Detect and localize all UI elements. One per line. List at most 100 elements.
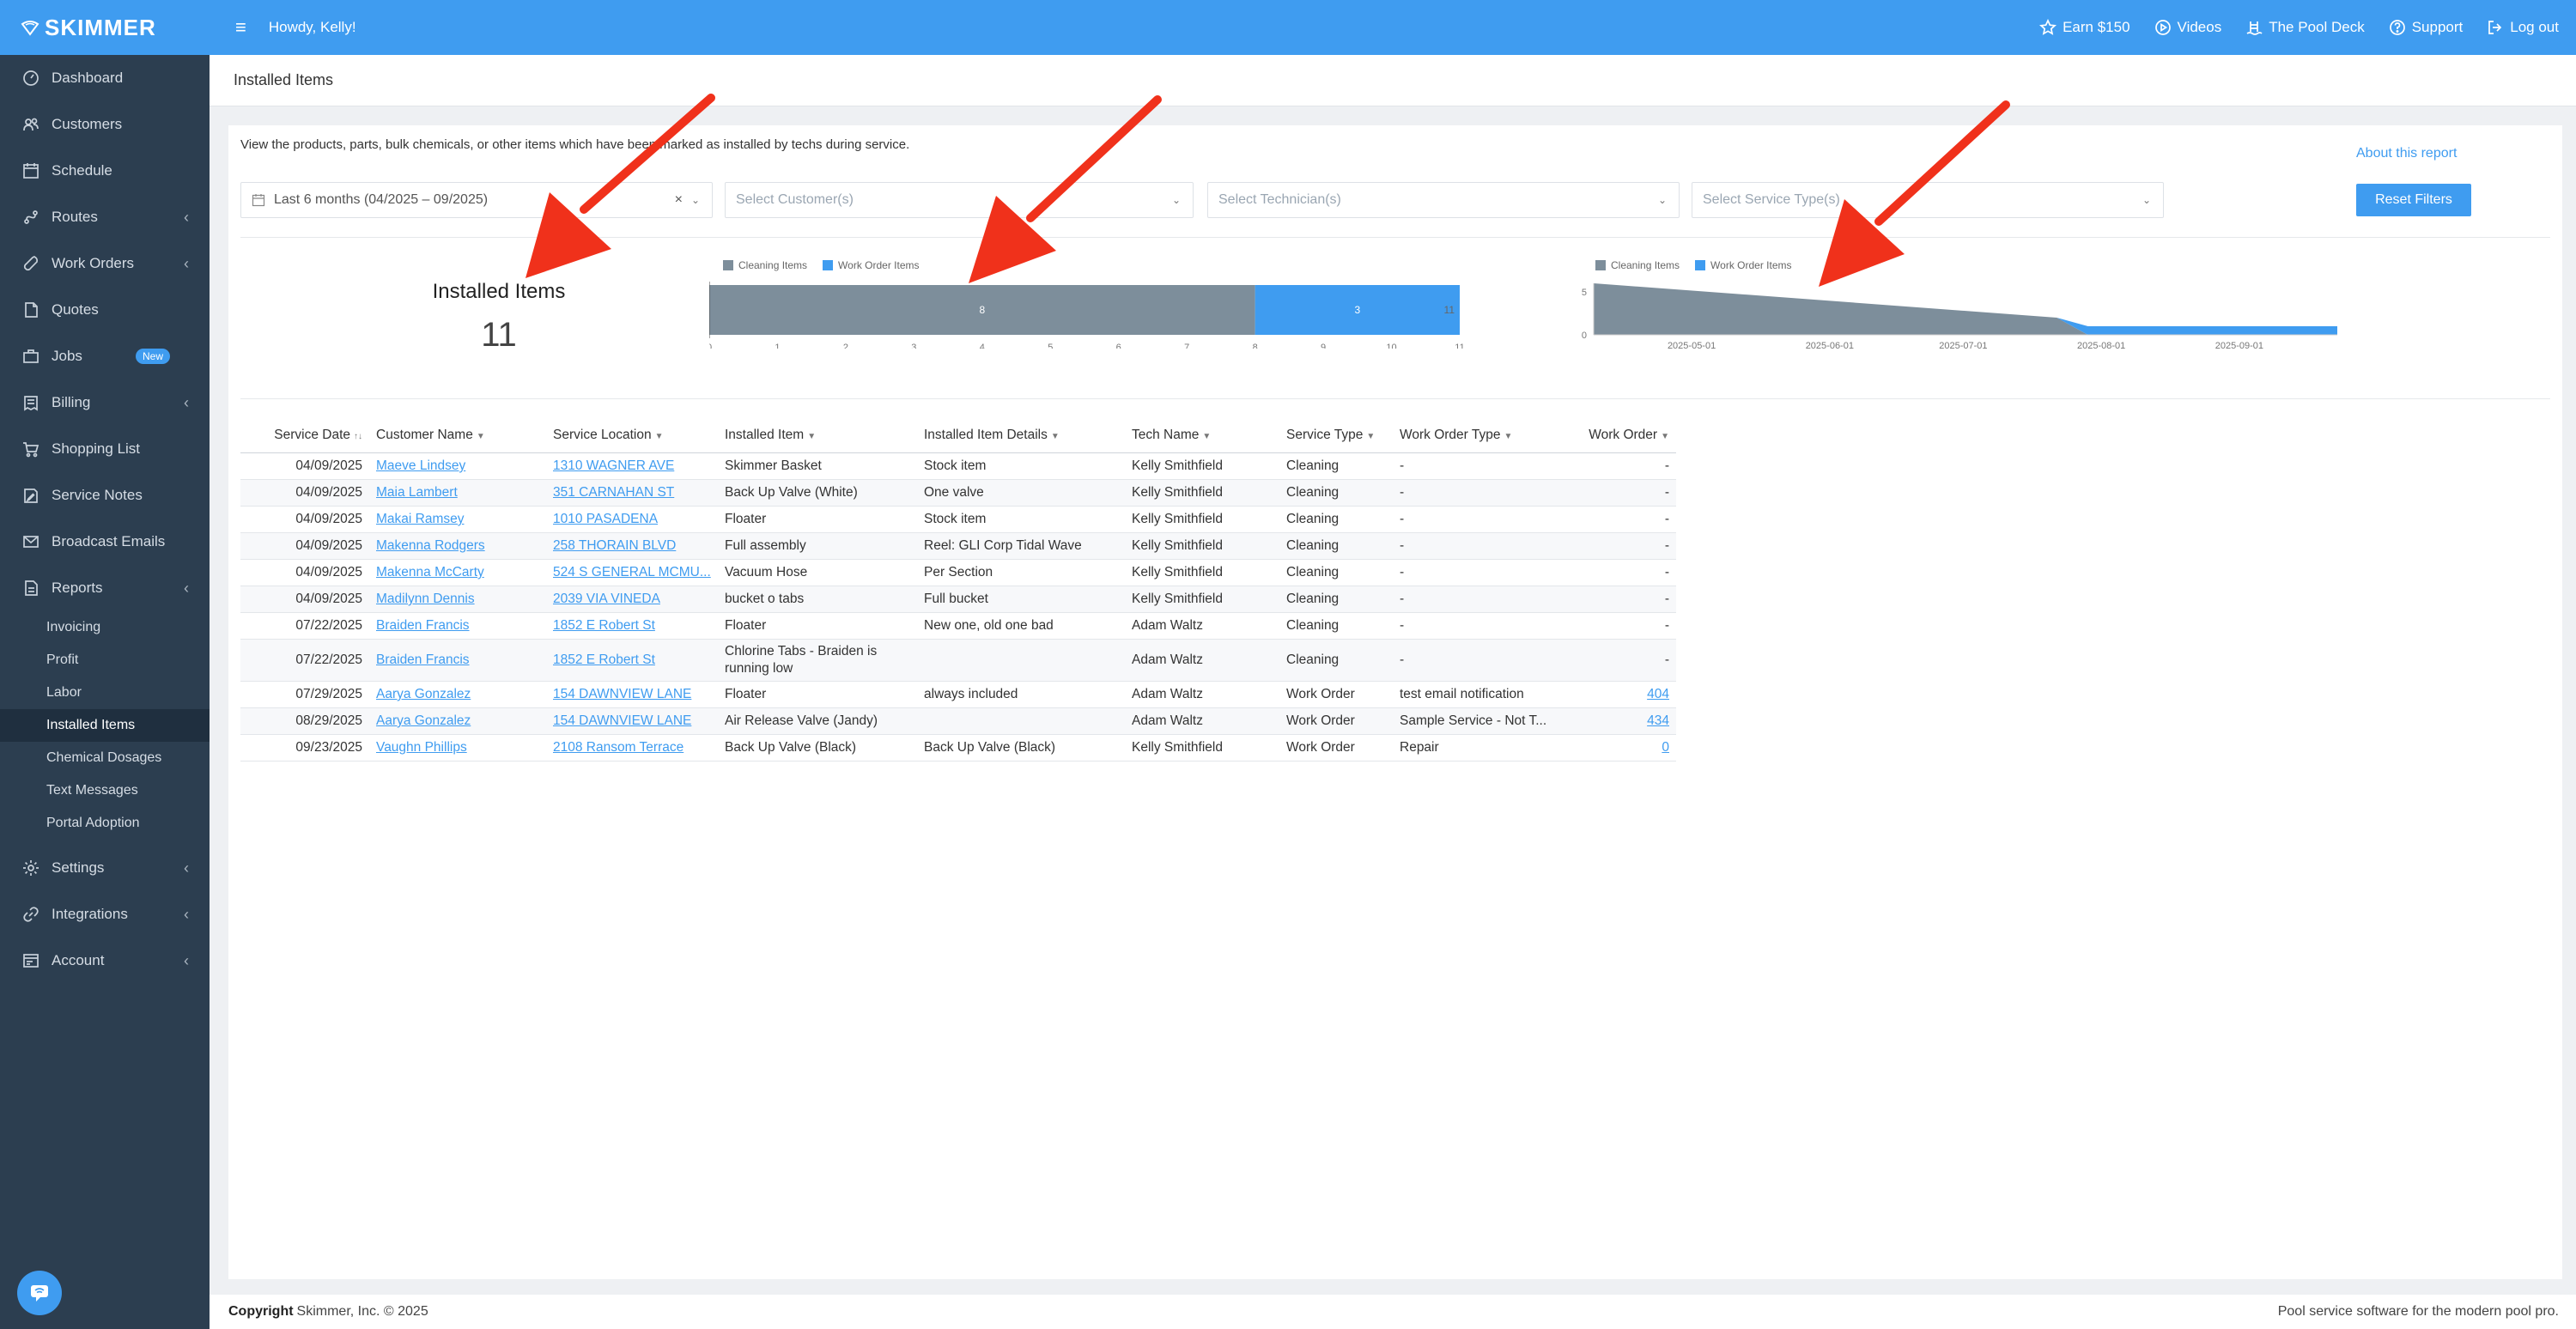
logout-link[interactable]: Log out	[2487, 19, 2559, 36]
cell-customer-name[interactable]: Makenna McCarty	[369, 565, 546, 580]
sidebar-subitem-installed-items[interactable]: Installed Items	[0, 709, 210, 742]
sidebar-item-billing[interactable]: Billing ‹	[0, 379, 210, 426]
star-icon	[2039, 19, 2057, 35]
chat-support-button[interactable]	[17, 1271, 62, 1315]
sidebar-item-customers[interactable]: Customers	[0, 101, 210, 148]
clear-date-icon[interactable]: ×	[675, 192, 683, 208]
cell-customer-name[interactable]: Aarya Gonzalez	[369, 713, 546, 729]
column-header-customer-name[interactable]: Customer Name ▼	[369, 428, 546, 443]
column-header-service-date[interactable]: Service Date ↑↓	[240, 428, 369, 443]
sidebar-item-reports[interactable]: Reports ‹	[0, 565, 210, 611]
column-header-label: Work Order Type	[1400, 427, 1501, 442]
sidebar-subitem-chemical-dosages[interactable]: Chemical Dosages	[0, 742, 210, 774]
cell-customer-name[interactable]: Maeve Lindsey	[369, 458, 546, 474]
sort-caret-icon: ▼	[1504, 431, 1513, 441]
cell-work-order-type: -	[1400, 512, 1405, 526]
bar-data-label: 3	[1354, 304, 1360, 316]
column-header-item-details[interactable]: Installed Item Details ▼	[917, 428, 1125, 443]
sidebar-item-quotes[interactable]: Quotes	[0, 287, 210, 333]
cell-service-location[interactable]: 351 CARNAHAN ST	[546, 485, 718, 501]
sidebar-item-integrations[interactable]: Integrations ‹	[0, 891, 210, 938]
divider	[240, 237, 2550, 238]
sidebar-subitem-labor[interactable]: Labor	[0, 677, 210, 709]
reset-filters-button[interactable]: Reset Filters	[2356, 184, 2471, 216]
kpi-title: Installed Items	[432, 280, 566, 303]
sidebar-item-dashboard[interactable]: Dashboard	[0, 55, 210, 101]
cell-item-details: always included	[924, 687, 1018, 701]
cell-work-order[interactable]: 0	[1570, 740, 1676, 756]
sidebar-item-schedule[interactable]: Schedule	[0, 148, 210, 194]
chevron-down-icon: ⌄	[1171, 194, 1181, 206]
column-header-service-location[interactable]: Service Location ▼	[546, 428, 718, 443]
hamburger-menu-icon[interactable]: ≡	[235, 16, 246, 39]
table-row: 04/09/2025 Maeve Lindsey 1310 WAGNER AVE Sk…	[240, 453, 1676, 480]
table-row: 04/09/2025 Madilynn Dennis 2039 VIA VINEDA…	[240, 586, 1676, 613]
column-header-label: Tech Name	[1132, 427, 1200, 442]
sidebar-item-broadcast-emails[interactable]: Broadcast Emails	[0, 519, 210, 565]
cell-customer-name[interactable]: Maia Lambert	[369, 485, 546, 501]
cell-service-location[interactable]: 258 THORAIN BLVD	[546, 538, 718, 554]
date-range-filter[interactable]: Last 6 months (04/2025 – 09/2025) × ⌄	[240, 182, 713, 218]
cell-work-order[interactable]: 434	[1570, 713, 1676, 729]
earn-link[interactable]: Earn $150	[2039, 19, 2130, 36]
column-header-installed-item[interactable]: Installed Item ▼	[718, 428, 917, 443]
cell-service-date: 04/09/2025	[295, 565, 362, 580]
cell-customer-name[interactable]: Makenna Rodgers	[369, 538, 546, 554]
sidebar-item-shopping-list[interactable]: Shopping List	[0, 426, 210, 472]
cell-customer-name[interactable]: Vaughn Phillips	[369, 740, 546, 756]
sidebar-item-settings[interactable]: Settings ‹	[0, 845, 210, 891]
pool-deck-link[interactable]: The Pool Deck	[2245, 19, 2365, 36]
cell-service-location[interactable]: 2039 VIA VINEDA	[546, 592, 718, 607]
videos-link[interactable]: Videos	[2154, 19, 2221, 36]
technician-select[interactable]: Select Technician(s) ⌄	[1207, 182, 1680, 218]
cell-service-date: 04/09/2025	[295, 485, 362, 500]
cell-service-date: 07/29/2025	[295, 687, 362, 701]
cell-work-order: -	[1664, 652, 1669, 667]
cell-service-location[interactable]: 1852 E Robert St	[546, 652, 718, 668]
skimmer-logo[interactable]: SKIMMER	[21, 15, 156, 41]
bar-x-tick-label: 1	[775, 343, 780, 349]
footer: Copyright Skimmer, Inc. © 2025 Pool serv…	[210, 1295, 2576, 1329]
service-type-select[interactable]: Select Service Type(s) ⌄	[1692, 182, 2164, 218]
cell-service-location[interactable]: 1310 WAGNER AVE	[546, 458, 718, 474]
about-report-link[interactable]: About this report	[2356, 146, 2457, 161]
legend-work-order: Work Order Items	[1695, 259, 1792, 271]
sidebar-subitem-invoicing[interactable]: Invoicing	[0, 611, 210, 644]
sidebar-subitem-text-messages[interactable]: Text Messages	[0, 774, 210, 807]
cell-service-type: Cleaning	[1286, 512, 1340, 526]
customer-select[interactable]: Select Customer(s) ⌄	[725, 182, 1194, 218]
cell-service-location[interactable]: 524 S GENERAL MCMU...	[546, 565, 718, 580]
pool-deck-link-label: The Pool Deck	[2269, 19, 2365, 35]
cell-service-location[interactable]: 154 DAWNVIEW LANE	[546, 713, 718, 729]
sidebar-item-routes[interactable]: Routes ‹	[0, 194, 210, 240]
sidebar-item-service-notes[interactable]: Service Notes	[0, 472, 210, 519]
cell-installed-item: Floater	[725, 618, 767, 633]
cell-service-location[interactable]: 1010 PASADENA	[546, 512, 718, 527]
column-header-service-type[interactable]: Service Type ▼	[1279, 428, 1393, 443]
sidebar-item-account[interactable]: Account ‹	[0, 938, 210, 984]
sidebar-item-work-orders[interactable]: Work Orders ‹	[0, 240, 210, 287]
column-header-tech-name[interactable]: Tech Name ▼	[1125, 428, 1279, 443]
legend-cleaning: Cleaning Items	[723, 259, 807, 271]
chevron-left-icon: ‹	[184, 579, 189, 597]
cell-customer-name[interactable]: Aarya Gonzalez	[369, 687, 546, 702]
cell-customer-name[interactable]: Madilynn Dennis	[369, 592, 546, 607]
cell-service-type: Cleaning	[1286, 618, 1340, 633]
cell-customer-name[interactable]: Braiden Francis	[369, 618, 546, 634]
sidebar-subitem-profit[interactable]: Profit	[0, 644, 210, 677]
support-link[interactable]: Support	[2389, 19, 2463, 36]
column-header-work-order[interactable]: Work Order ▼	[1570, 428, 1676, 443]
cell-work-order[interactable]: 404	[1570, 687, 1676, 702]
cell-service-date: 04/09/2025	[295, 458, 362, 473]
column-header-work-order-type[interactable]: Work Order Type ▼	[1393, 428, 1570, 443]
cell-service-location[interactable]: 154 DAWNVIEW LANE	[546, 687, 718, 702]
sidebar-item-jobs[interactable]: Jobs New	[0, 333, 210, 379]
cell-tech-name: Kelly Smithfield	[1132, 458, 1223, 473]
cell-customer-name[interactable]: Braiden Francis	[369, 652, 546, 668]
cell-service-location[interactable]: 1852 E Robert St	[546, 618, 718, 634]
cell-customer-name[interactable]: Makai Ramsey	[369, 512, 546, 527]
table-row: 04/09/2025 Makenna McCarty 524 S GENERAL M…	[240, 560, 1676, 586]
cell-service-location[interactable]: 2108 Ransom Terrace	[546, 740, 718, 756]
sidebar-subitem-portal-adoption[interactable]: Portal Adoption	[0, 807, 210, 840]
report-card: View the products, parts, bulk chemicals…	[228, 125, 2562, 1279]
